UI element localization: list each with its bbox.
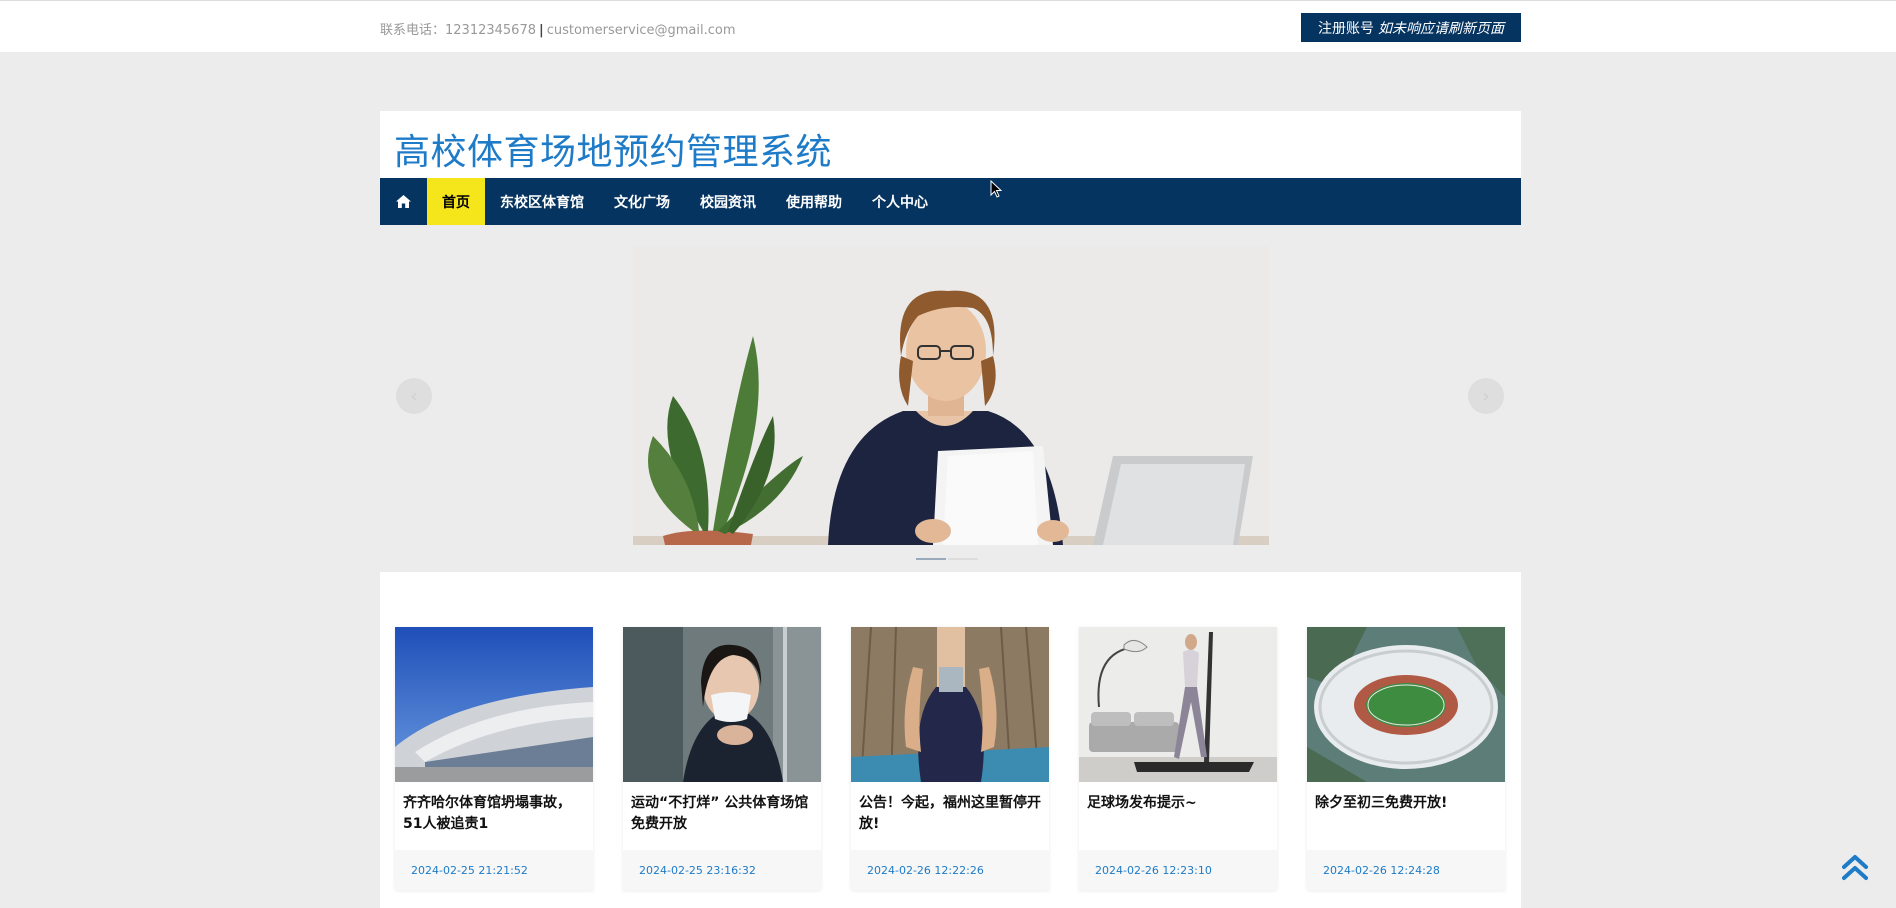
- news-date: 2024-02-25 21:21:52: [395, 850, 593, 890]
- site-header: 高校体育场地预约管理系统: [380, 111, 1521, 178]
- nav-item-help[interactable]: 使用帮助: [771, 178, 857, 225]
- news-card[interactable]: 运动“不打烊” 公共体育场馆免费开放 2024-02-25 23:16:32: [623, 627, 821, 890]
- nav-item-campus-news[interactable]: 校园资讯: [685, 178, 771, 225]
- news-image-yoga: [851, 627, 1049, 782]
- nav-item-east-gym[interactable]: 东校区体育馆: [485, 178, 599, 225]
- news-card[interactable]: 公告！今起，福州这里暂停开放! 2024-02-26 12:22:26: [851, 627, 1049, 890]
- news-card[interactable]: 齐齐哈尔体育馆坍塌事故，51人被追责1 2024-02-25 21:21:52: [395, 627, 593, 890]
- news-image-masked-woman: [623, 627, 821, 782]
- news-title: 运动“不打烊” 公共体育场馆免费开放: [631, 795, 809, 832]
- mouse-cursor-icon: [990, 180, 1002, 198]
- news-title: 公告！今起，福州这里暂停开放!: [859, 795, 1041, 832]
- news-image-treadmill: [1079, 627, 1277, 782]
- news-image-stadium-aerial: [1307, 627, 1505, 782]
- slide-photo: [633, 246, 1269, 545]
- carousel-prev-button[interactable]: ‹: [396, 378, 432, 414]
- carousel-dot[interactable]: [916, 558, 946, 560]
- main-nav: 首页 东校区体育馆 文化广场 校园资讯 使用帮助 个人中心: [380, 178, 1521, 225]
- register-label: 注册账号: [1318, 20, 1374, 37]
- news-date: 2024-02-25 23:16:32: [623, 850, 821, 890]
- news-title: 除夕至初三免费开放!: [1315, 795, 1448, 811]
- contact-phone: 联系电话：12312345678: [380, 23, 536, 38]
- carousel-indicators: [916, 558, 978, 560]
- nav-item-culture-square[interactable]: 文化广场: [599, 178, 685, 225]
- news-image-stadium-building: [395, 627, 593, 782]
- carousel-slide[interactable]: [633, 246, 1269, 545]
- carousel-dot[interactable]: [948, 558, 978, 560]
- contact-separator: |: [538, 23, 544, 38]
- home-icon: [396, 195, 411, 208]
- news-card[interactable]: 足球场发布提示~ 2024-02-26 12:23:10: [1079, 627, 1277, 890]
- carousel-next-button[interactable]: ›: [1468, 378, 1504, 414]
- contact-email: customerservice@gmail.com: [546, 23, 736, 38]
- top-bar: 联系电话：12312345678 | customerservice@gmail.c…: [0, 0, 1896, 52]
- news-title: 足球场发布提示~: [1087, 795, 1197, 811]
- news-date: 2024-02-26 12:23:10: [1079, 850, 1277, 890]
- news-card[interactable]: 除夕至初三免费开放! 2024-02-26 12:24:28: [1307, 627, 1505, 890]
- news-section: 齐齐哈尔体育馆坍塌事故，51人被追责1 2024-02-25 21:21:52 …: [380, 572, 1521, 908]
- register-note: 如未响应请刷新页面: [1378, 20, 1504, 37]
- nav-item-personal-center[interactable]: 个人中心: [857, 178, 943, 225]
- news-date: 2024-02-26 12:24:28: [1307, 850, 1505, 890]
- register-button[interactable]: 注册账号 如未响应请刷新页面: [1301, 13, 1521, 42]
- contact-info: 联系电话：12312345678 | customerservice@gmail.c…: [380, 19, 736, 38]
- banner-carousel: ‹ ›: [380, 225, 1521, 572]
- site-title: 高校体育场地预约管理系统: [394, 132, 833, 173]
- news-title: 齐齐哈尔体育馆坍塌事故，51人被追责1: [403, 795, 571, 832]
- nav-home[interactable]: [380, 178, 427, 225]
- back-to-top-icon[interactable]: [1841, 853, 1869, 881]
- news-date: 2024-02-26 12:22:26: [851, 850, 1049, 890]
- nav-item-home[interactable]: 首页: [427, 178, 485, 225]
